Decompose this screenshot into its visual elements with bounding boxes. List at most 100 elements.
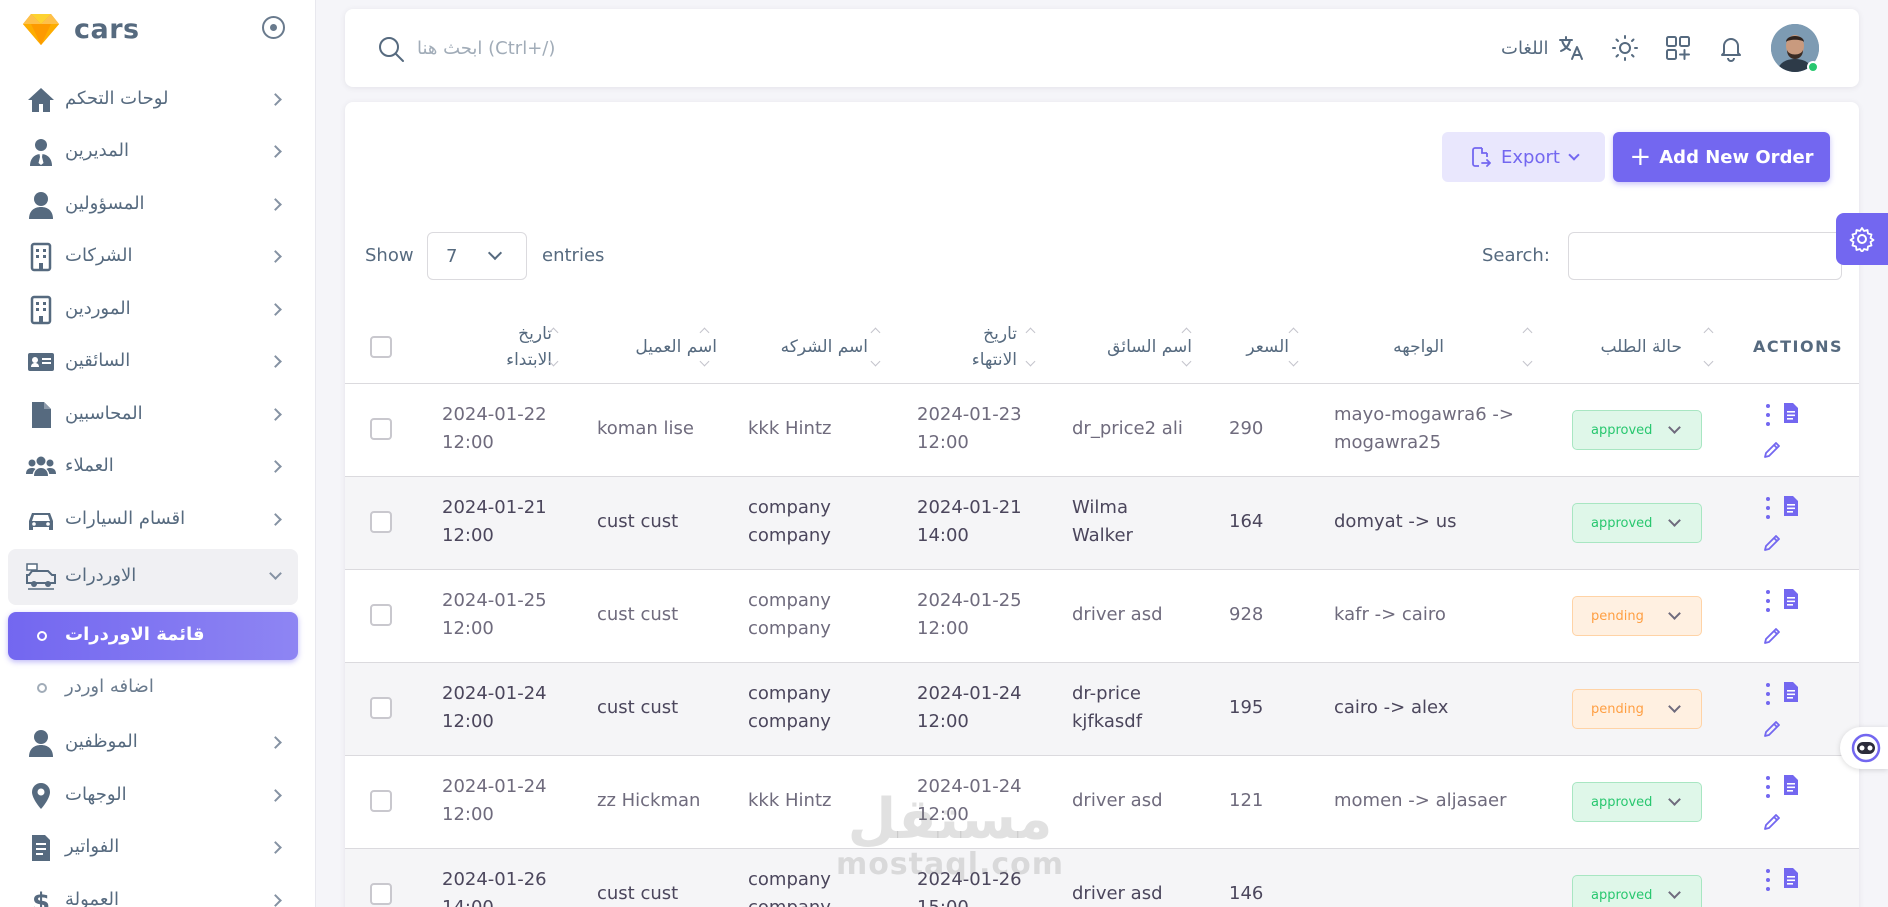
online-status-dot bbox=[1807, 61, 1819, 73]
sidebar-item-10[interactable]: الاوردرات bbox=[8, 549, 298, 605]
sidebar-item-label: المسؤولين bbox=[65, 193, 145, 214]
users-icon bbox=[26, 452, 56, 482]
column-price-label: السعر bbox=[1246, 337, 1289, 357]
view-document-icon[interactable] bbox=[1782, 402, 1800, 424]
sidebar-item-7[interactable]: المحاسبين bbox=[8, 391, 298, 439]
cell-price: 121 bbox=[1229, 790, 1264, 811]
sidebar-item-9[interactable]: اقسام السيارات bbox=[8, 496, 298, 544]
edit-pencil-icon[interactable] bbox=[1761, 718, 1783, 740]
settings-customizer-button[interactable] bbox=[1836, 213, 1888, 265]
sidebar-item-5[interactable]: الموردين bbox=[8, 286, 298, 334]
status-select[interactable]: approved bbox=[1572, 503, 1702, 543]
edit-pencil-icon[interactable] bbox=[1761, 532, 1783, 554]
column-start-date[interactable]: تاريخ الابتداء bbox=[442, 310, 552, 384]
sidebar-item-6[interactable]: السائقين bbox=[8, 338, 298, 386]
cell-end-date: 2024-01-26 15:00 bbox=[917, 869, 1022, 907]
status-select[interactable]: approved bbox=[1572, 782, 1702, 822]
sidebar-item-4[interactable]: الشركات bbox=[8, 233, 298, 281]
sort-icon[interactable] bbox=[1026, 327, 1036, 367]
view-document-icon[interactable] bbox=[1782, 774, 1800, 796]
bullet-icon bbox=[37, 631, 47, 641]
entries-label: entries bbox=[542, 245, 605, 266]
cell-client: cust cust bbox=[597, 604, 679, 625]
search-icon[interactable] bbox=[377, 35, 405, 63]
column-end-date[interactable]: تاريخ الانتهاء bbox=[917, 310, 1017, 384]
table-row: 2024-01-26 14:00 cust cust company company… bbox=[345, 849, 1859, 907]
select-all-checkbox[interactable] bbox=[370, 336, 392, 358]
theme-sun-icon[interactable] bbox=[1611, 34, 1639, 62]
chat-bot-button[interactable] bbox=[1840, 727, 1888, 769]
row-checkbox[interactable] bbox=[370, 697, 392, 719]
view-document-icon[interactable] bbox=[1782, 681, 1800, 703]
column-client[interactable]: اسم العميل bbox=[597, 310, 717, 384]
edit-pencil-icon[interactable] bbox=[1761, 439, 1783, 461]
chevron-down-icon bbox=[1668, 886, 1681, 899]
row-checkbox[interactable] bbox=[370, 790, 392, 812]
more-vertical-icon[interactable] bbox=[1766, 776, 1770, 798]
row-checkbox[interactable] bbox=[370, 511, 392, 533]
sort-icon[interactable] bbox=[1523, 327, 1533, 367]
chevron-down-icon bbox=[1668, 514, 1681, 527]
column-price[interactable]: السعر bbox=[1229, 310, 1289, 384]
notifications-bell-icon[interactable] bbox=[1717, 34, 1745, 62]
more-vertical-icon[interactable] bbox=[1766, 404, 1770, 426]
sidebar-item-1[interactable]: لوحات التحكم bbox=[8, 76, 298, 124]
row-checkbox[interactable] bbox=[370, 604, 392, 626]
more-vertical-icon[interactable] bbox=[1766, 683, 1770, 705]
sort-icon[interactable] bbox=[871, 327, 881, 367]
column-company[interactable]: اسم الشركه bbox=[748, 310, 868, 384]
chevron-right-icon bbox=[269, 250, 282, 263]
view-document-icon[interactable] bbox=[1782, 867, 1800, 889]
view-document-icon[interactable] bbox=[1782, 495, 1800, 517]
cell-end-date: 2024-01-25 12:00 bbox=[917, 590, 1022, 639]
sort-icon[interactable] bbox=[1289, 327, 1299, 367]
global-search-input[interactable] bbox=[417, 31, 917, 65]
table-row: 2024-01-24 12:00 zz Hickman kkk Hintz 2024-… bbox=[345, 756, 1859, 849]
edit-pencil-icon[interactable] bbox=[1761, 625, 1783, 647]
status-select[interactable]: approved bbox=[1572, 875, 1702, 907]
cell-price: 928 bbox=[1229, 604, 1264, 625]
cell-client: zz Hickman bbox=[597, 790, 701, 811]
sidebar-item-13[interactable]: الفواتير bbox=[8, 824, 298, 872]
row-checkbox[interactable] bbox=[370, 883, 392, 905]
status-select[interactable]: pending bbox=[1572, 689, 1702, 729]
top-navbar: اللغات bbox=[345, 9, 1859, 87]
view-document-icon[interactable] bbox=[1782, 588, 1800, 610]
add-new-order-button[interactable]: + Add New Order bbox=[1613, 132, 1830, 182]
language-switcher[interactable]: اللغات bbox=[1501, 34, 1585, 62]
more-vertical-icon[interactable] bbox=[1766, 590, 1770, 612]
sidebar-item-label: الاوردرات bbox=[65, 565, 137, 586]
column-destination[interactable]: الواجهه bbox=[1334, 310, 1444, 384]
row-checkbox[interactable] bbox=[370, 418, 392, 440]
table-search-input[interactable] bbox=[1568, 232, 1842, 280]
column-driver[interactable]: اسم السائق bbox=[1072, 310, 1192, 384]
chevron-down-icon bbox=[1668, 793, 1681, 806]
sidebar-item-14[interactable]: $ العمولة bbox=[8, 877, 298, 907]
sidebar-item-3[interactable]: المسؤولين bbox=[8, 181, 298, 229]
sort-icon[interactable] bbox=[1182, 327, 1192, 367]
sidebar-item-2[interactable]: المديرين bbox=[8, 128, 298, 176]
brand[interactable]: cars bbox=[22, 12, 140, 46]
sidebar-item-8[interactable]: العملاء bbox=[8, 443, 298, 491]
show-label: Show bbox=[365, 245, 414, 266]
sort-icon[interactable] bbox=[1704, 327, 1714, 367]
column-status[interactable]: حالة الطلب bbox=[1572, 310, 1682, 384]
apps-grid-icon[interactable] bbox=[1664, 34, 1692, 62]
cell-driver: driver asd bbox=[1072, 604, 1163, 625]
sidebar-item-11[interactable]: الموظفين bbox=[8, 719, 298, 767]
more-vertical-icon[interactable] bbox=[1766, 497, 1770, 519]
sidebar-subitem-1[interactable]: قائمة الاوردرات bbox=[8, 612, 298, 660]
collapse-sidebar-toggle[interactable] bbox=[262, 16, 285, 39]
export-file-icon bbox=[1472, 147, 1492, 167]
export-button[interactable]: Export bbox=[1442, 132, 1605, 182]
sidebar-subitem-2[interactable]: اضافه اوردر bbox=[8, 664, 298, 712]
status-select[interactable]: pending bbox=[1572, 596, 1702, 636]
sort-icon[interactable] bbox=[700, 327, 710, 367]
sort-icon[interactable] bbox=[549, 327, 559, 367]
edit-pencil-icon[interactable] bbox=[1761, 811, 1783, 833]
sidebar-item-12[interactable]: الوجهات bbox=[8, 772, 298, 820]
more-vertical-icon[interactable] bbox=[1766, 869, 1770, 891]
status-select[interactable]: approved bbox=[1572, 410, 1702, 450]
page-length-select[interactable]: 7 bbox=[427, 232, 527, 280]
chevron-down-icon bbox=[1668, 421, 1681, 434]
